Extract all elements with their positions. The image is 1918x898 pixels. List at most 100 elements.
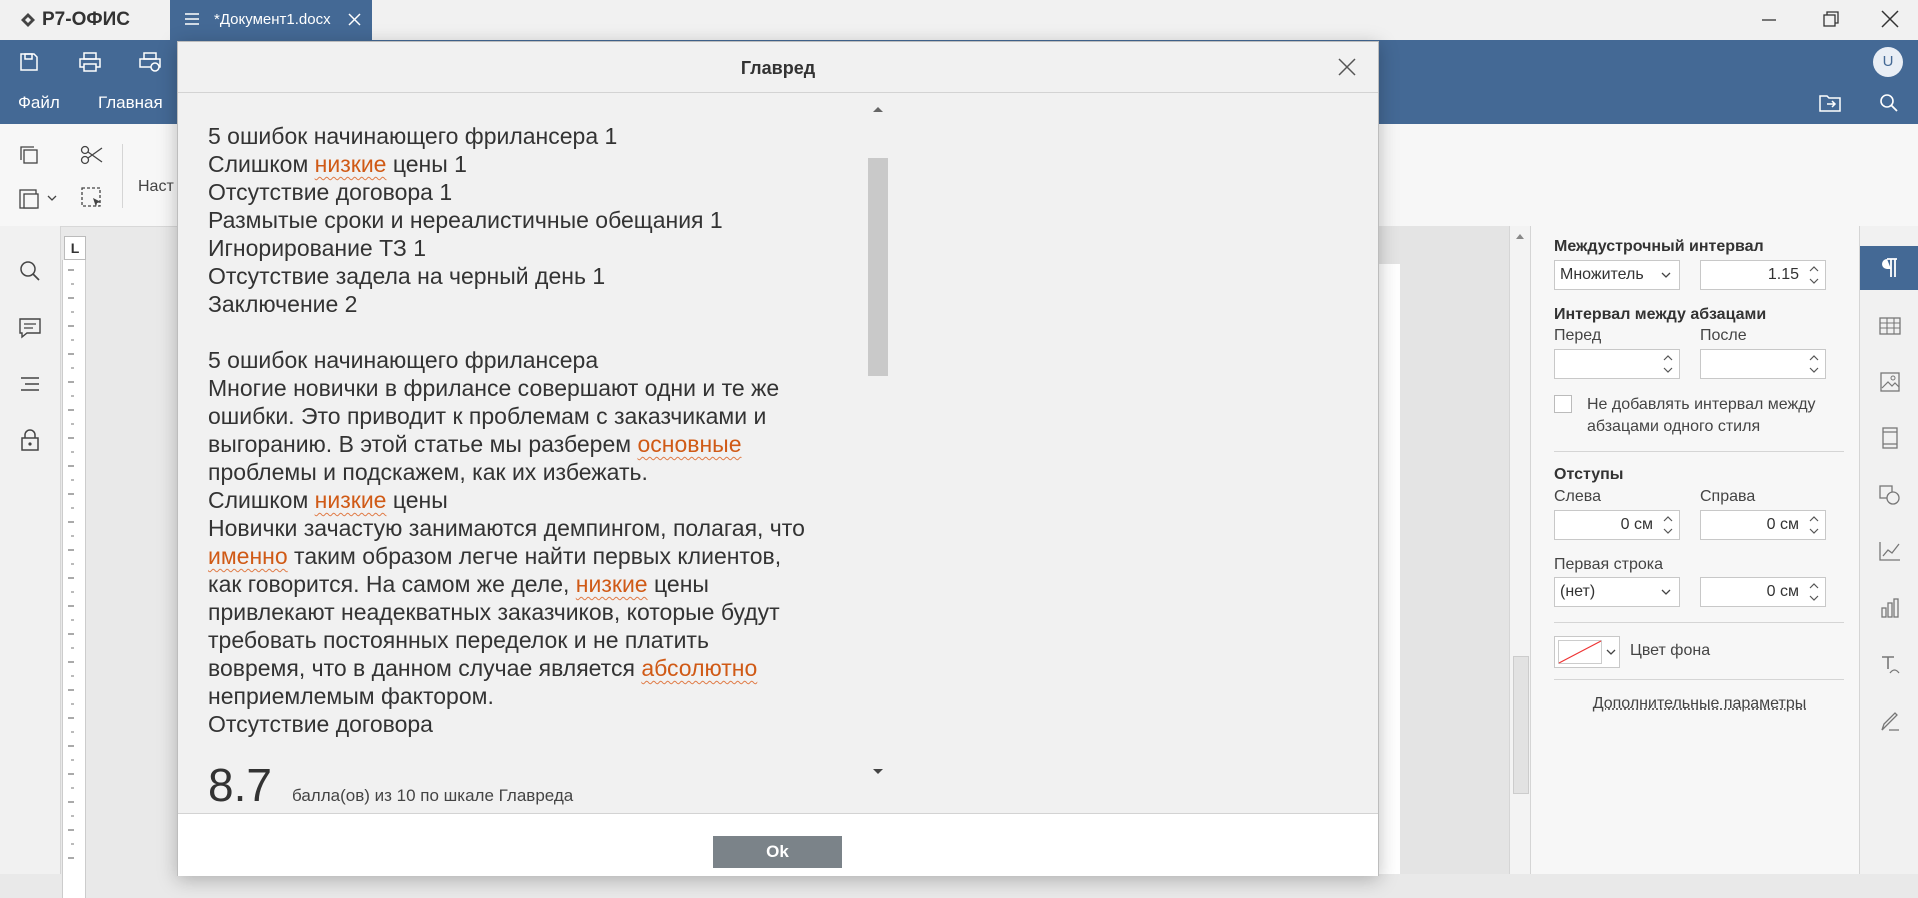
- indent-left-value: 0 см: [1621, 516, 1653, 534]
- text-scrollbar[interactable]: [866, 102, 890, 778]
- text-line: вовремя, что в данном случае является аб…: [208, 654, 868, 682]
- lock-icon[interactable]: [20, 429, 40, 451]
- text-segment: Слишком: [208, 151, 315, 177]
- hamburger-menu-icon[interactable]: [184, 12, 200, 26]
- select-all-icon[interactable]: [80, 186, 104, 210]
- text-scroll-thumb[interactable]: [868, 158, 888, 376]
- spacing-before-input[interactable]: [1554, 349, 1680, 379]
- tab-stop-selector[interactable]: L: [64, 236, 86, 260]
- image-settings-icon[interactable]: [1879, 371, 1901, 393]
- logo-icon: [20, 12, 36, 28]
- text-line: Заключение 2: [208, 290, 868, 318]
- text-segment: ошибки. Это приводит к проблемам с заказ…: [208, 403, 766, 429]
- menu-file[interactable]: Файл: [18, 93, 60, 113]
- vertical-ruler: [62, 260, 86, 898]
- menu-home[interactable]: Главная: [98, 93, 163, 113]
- first-line-value-input[interactable]: 0 см: [1700, 577, 1826, 607]
- close-tab-icon[interactable]: [348, 13, 361, 26]
- header-footer-icon[interactable]: [1881, 426, 1899, 450]
- restore-icon[interactable]: [1817, 8, 1843, 32]
- text-line: неприемлемым фактором.: [208, 682, 868, 710]
- user-avatar[interactable]: U: [1873, 47, 1903, 77]
- text-line: Новички зачастую занимаются демпингом, п…: [208, 514, 868, 542]
- text-line: Слишком низкие цены: [208, 486, 868, 514]
- indent-left-label: Слева: [1554, 488, 1601, 506]
- text-segment: 5 ошибок начинающего фрилансера 1: [208, 123, 617, 149]
- cut-icon[interactable]: [80, 144, 104, 166]
- text-line: Слишком низкие цены 1: [208, 150, 868, 178]
- text-segment: цены: [386, 487, 447, 513]
- text-line: Отсутствие договора: [208, 710, 868, 738]
- spacing-after-input[interactable]: [1700, 349, 1826, 379]
- document-tab[interactable]: *Документ1.docx: [170, 0, 372, 40]
- spinner-icon[interactable]: [1663, 514, 1673, 536]
- find-icon[interactable]: [19, 260, 41, 282]
- comments-icon[interactable]: [18, 317, 42, 339]
- shape-settings-icon[interactable]: [1878, 484, 1902, 506]
- spinner-icon[interactable]: [1809, 514, 1819, 536]
- text-segment: вовремя, что в данном случае является: [208, 655, 641, 681]
- text-line: проблемы и подскажем, как их избежать.: [208, 458, 868, 486]
- right-sidebar: [1859, 226, 1918, 874]
- line-spacing-value-input[interactable]: 1.15: [1700, 260, 1826, 290]
- open-location-icon[interactable]: [1818, 93, 1842, 113]
- indent-right-input[interactable]: 0 см: [1700, 510, 1826, 540]
- chart-settings-icon[interactable]: [1878, 540, 1902, 562]
- divider: [1554, 451, 1844, 452]
- dialog-header: Главред: [178, 42, 1378, 93]
- flagged-word: низкие: [315, 151, 387, 177]
- ribbon-settings-label[interactable]: Наст: [138, 178, 174, 196]
- text-art-icon[interactable]: [1879, 654, 1901, 676]
- copy-icon[interactable]: [18, 144, 40, 166]
- background-color-picker[interactable]: [1554, 636, 1620, 668]
- paragraph-settings-tab[interactable]: [1860, 246, 1918, 290]
- divider: [1554, 622, 1844, 623]
- ok-button[interactable]: Ok: [713, 836, 842, 868]
- minimize-icon[interactable]: [1756, 8, 1782, 32]
- spinner-icon[interactable]: [1809, 353, 1819, 375]
- scroll-up-icon[interactable]: [1515, 232, 1525, 240]
- app-name: Р7-ОФИС: [42, 9, 130, 31]
- document-scroll-thumb[interactable]: [1513, 656, 1529, 794]
- text-segment: цены: [648, 571, 709, 597]
- search-icon[interactable]: [1879, 93, 1899, 113]
- spinner-icon[interactable]: [1663, 353, 1673, 375]
- text-line: привлекают неадекватных заказчиков, кото…: [208, 598, 868, 626]
- close-window-icon[interactable]: [1877, 8, 1903, 32]
- indent-left-input[interactable]: 0 см: [1554, 510, 1680, 540]
- table-settings-icon[interactable]: [1878, 316, 1902, 336]
- analyzed-text-area[interactable]: 5 ошибок начинающего фрилансера 1 Слишком…: [208, 122, 868, 772]
- text-segment: Размытые сроки и нереалистичные обещания…: [208, 207, 723, 233]
- advanced-settings-link[interactable]: Дополнительные параметры: [1531, 695, 1868, 713]
- scroll-up-icon[interactable]: [872, 105, 884, 113]
- first-line-mode-select[interactable]: (нет): [1554, 577, 1680, 607]
- title-bar: Р7-ОФИС *Документ1.docx: [0, 0, 1918, 40]
- left-sidebar: [0, 226, 61, 874]
- flagged-word: низкие: [315, 487, 387, 513]
- signature-icon[interactable]: [1879, 710, 1901, 732]
- no-interval-label-line-2: абзацами одного стиля: [1587, 416, 1816, 438]
- navigation-icon[interactable]: [19, 374, 41, 394]
- text-segment: требовать постоянных переделок и не плат…: [208, 627, 709, 653]
- flagged-word: абсолютно: [641, 655, 757, 681]
- spinner-icon[interactable]: [1809, 264, 1819, 286]
- paste-icon[interactable]: [18, 186, 58, 210]
- no-interval-label: Не добавлять интервал между абзацами одн…: [1587, 394, 1816, 438]
- spacing-before-label: Перед: [1554, 327, 1601, 345]
- line-spacing-mode-select[interactable]: Множитель: [1554, 260, 1680, 290]
- flagged-word: именно: [208, 543, 288, 569]
- text-segment: Отсутствие договора: [208, 711, 433, 737]
- close-dialog-icon[interactable]: [1338, 58, 1356, 76]
- scroll-down-icon[interactable]: [872, 768, 884, 776]
- divider: [1554, 679, 1844, 680]
- quick-print-icon[interactable]: [138, 51, 162, 73]
- no-interval-checkbox[interactable]: [1554, 395, 1572, 413]
- text-line: ошибки. Это приводит к проблемам с заказ…: [208, 402, 868, 430]
- document-scrollbar[interactable]: [1509, 226, 1530, 874]
- save-icon[interactable]: [18, 51, 40, 73]
- print-icon[interactable]: [78, 51, 102, 73]
- document-page-edge: [1377, 264, 1400, 874]
- spinner-icon[interactable]: [1809, 581, 1819, 603]
- bar-chart-icon[interactable]: [1880, 598, 1900, 618]
- text-line: как говорится. На самом же деле, низкие …: [208, 570, 868, 598]
